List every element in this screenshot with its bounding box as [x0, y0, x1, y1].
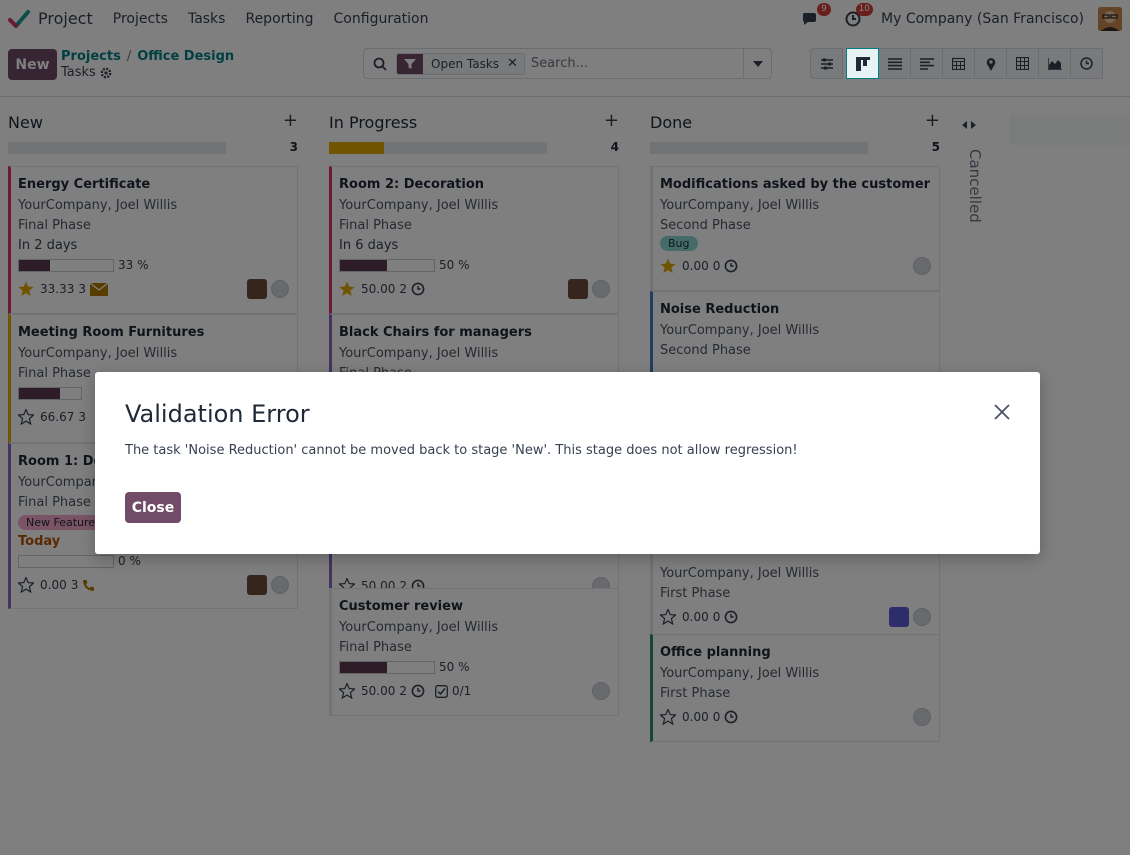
dialog-message: The task 'Noise Reduction' cannot be mov…	[125, 443, 798, 458]
close-button[interactable]: Close	[125, 492, 181, 523]
validation-error-dialog: Validation Error The task 'Noise Reducti…	[95, 372, 1040, 554]
dialog-title: Validation Error	[125, 400, 310, 428]
kanban-view-button[interactable]	[846, 48, 879, 79]
kanban-icon	[855, 56, 870, 71]
close-icon[interactable]	[992, 402, 1012, 422]
